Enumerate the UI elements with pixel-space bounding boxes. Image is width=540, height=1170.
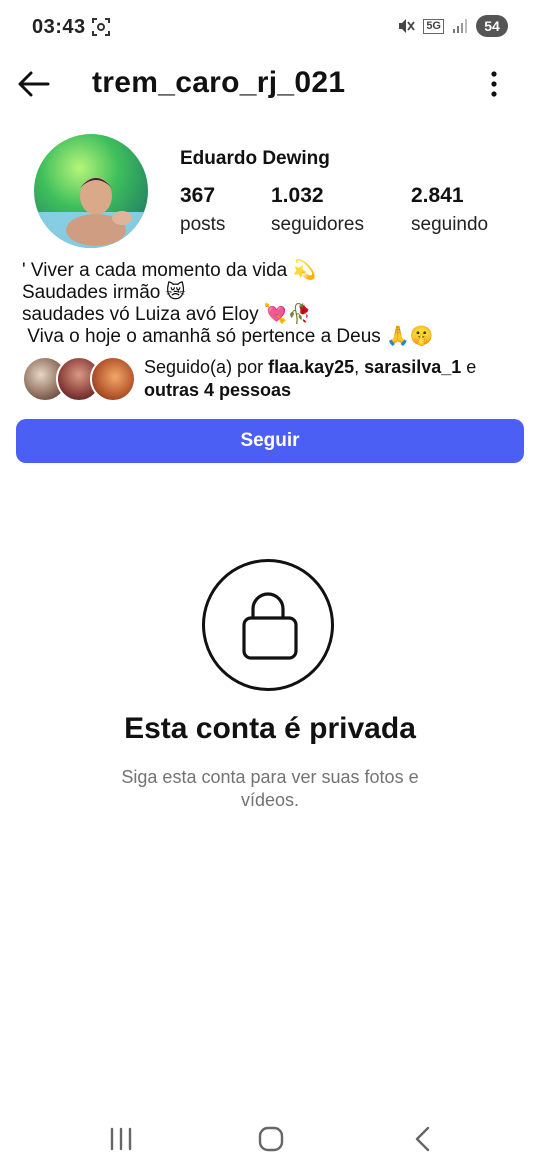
followed-by-separator: , [354, 357, 365, 377]
lock-circle [202, 559, 334, 691]
stat-followers[interactable]: 1.032 seguidores [271, 184, 364, 236]
bio-line: ' Viver a cada momento da vida 💫 [22, 260, 317, 281]
more-vertical-icon[interactable] [480, 68, 508, 100]
stat-followers-label: seguidores [271, 214, 364, 235]
profile-bio: ' Viver a cada momento da vida 💫 Saudade… [22, 260, 433, 348]
follow-button[interactable]: Seguir [16, 419, 524, 463]
private-account-title: Esta conta é privada [124, 712, 416, 745]
bio-line: saudades vó Luiza avó Eloy 💘🥀 [22, 304, 312, 325]
stat-following-value: 2.841 [411, 184, 464, 207]
home-icon[interactable] [256, 1124, 286, 1154]
private-account-subtitle: Siga esta conta para ver suas fotos e ví… [121, 767, 419, 810]
followed-by-user-2[interactable]: sarasilva_1 [364, 357, 461, 377]
battery-icon: 54 [476, 15, 508, 37]
bio-line: Viva o hoje o amanhã só pertence a Deus … [22, 326, 434, 347]
status-time: 03:43 [32, 16, 86, 38]
mutual-avatar [90, 356, 136, 402]
mute-icon [399, 19, 416, 33]
stat-following[interactable]: 2.841 seguindo [411, 184, 488, 236]
followed-by-prefix: Seguido(a) por [144, 357, 269, 377]
username-title: trem_caro_rj_021 [92, 66, 346, 99]
followed-by-conjunction: e [461, 357, 477, 377]
stat-posts-label: posts [180, 214, 226, 235]
status-icons: 5G 54 [397, 15, 508, 37]
followed-by-others[interactable]: outras 4 pessoas [144, 380, 291, 400]
arrow-left-icon[interactable] [16, 66, 52, 102]
mutual-followers-avatars[interactable] [22, 356, 136, 402]
stat-followers-value: 1.032 [271, 184, 324, 207]
followed-by-user-1[interactable]: flaa.kay25 [268, 357, 354, 377]
lock-icon [242, 592, 298, 660]
profile-photo [34, 134, 148, 248]
network-5g-icon: 5G [423, 18, 444, 34]
profile-full-name: Eduardo Dewing [180, 148, 330, 169]
bio-line: Saudades irmão 😿 [22, 282, 186, 303]
recents-icon[interactable] [106, 1124, 136, 1154]
stat-following-label: seguindo [411, 214, 489, 235]
signal-icon [453, 19, 467, 33]
followed-by-text[interactable]: Seguido(a) por flaa.kay25, sarasilva_1 e… [144, 356, 524, 402]
screen-record-icon [92, 18, 110, 36]
stat-posts[interactable]: 367 posts [180, 184, 225, 236]
stat-posts-value: 367 [180, 184, 216, 207]
profile-avatar[interactable] [34, 134, 148, 248]
back-icon[interactable] [408, 1124, 438, 1154]
